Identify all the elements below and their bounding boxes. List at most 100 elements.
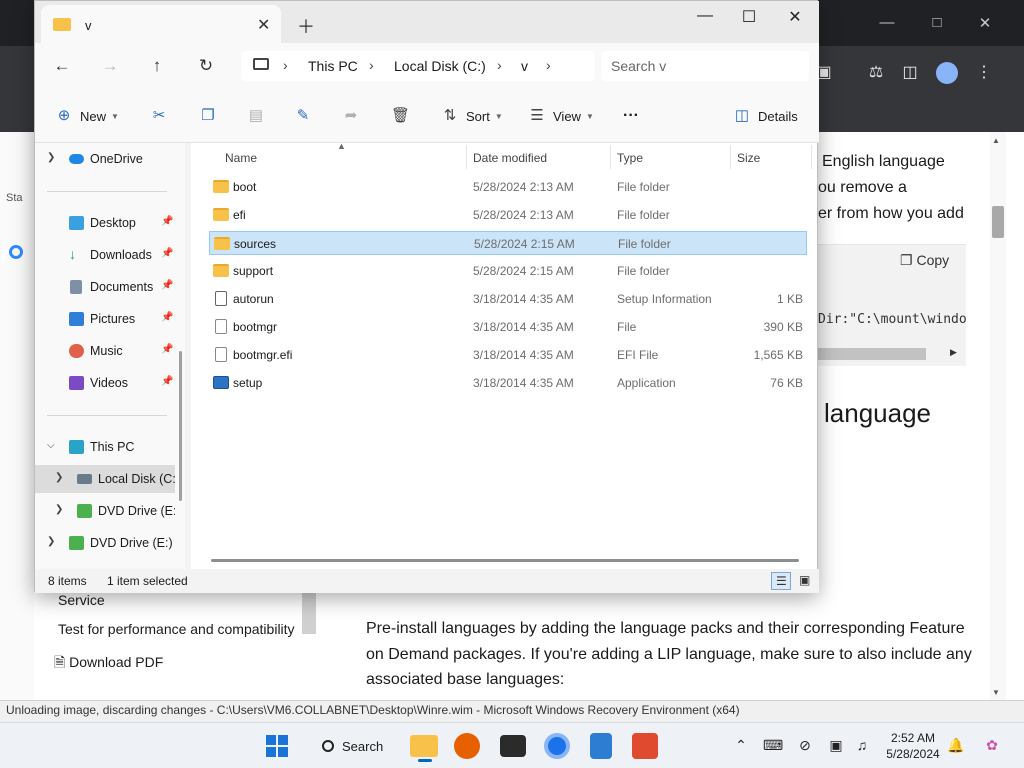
side-nav-link[interactable]: Test for performance and compatibility bbox=[58, 621, 295, 637]
nav-item-pictures[interactable]: Pictures 📌 bbox=[35, 305, 175, 333]
minimize-button[interactable]: — bbox=[690, 7, 720, 25]
start-button[interactable] bbox=[262, 731, 292, 761]
file-explorer-taskbar-icon[interactable] bbox=[410, 735, 438, 762]
breadcrumb-chevron-icon[interactable]: › bbox=[497, 57, 502, 73]
notification-bell-icon[interactable]: 🔔 bbox=[946, 737, 966, 754]
chevron-right-icon[interactable]: ❯ bbox=[55, 504, 63, 515]
nav-item-documents[interactable]: Documents 📌 bbox=[35, 273, 175, 301]
nav-item-dvd-drive-ir[interactable]: ❯ DVD Drive (E:) IR bbox=[35, 529, 175, 557]
terminal-taskbar-icon[interactable] bbox=[500, 735, 526, 757]
file-row-support[interactable]: support 5/28/2024 2:15 AM File folder bbox=[209, 259, 807, 283]
refresh-button[interactable]: ↻ bbox=[193, 53, 219, 79]
nav-item-local-disk[interactable]: ❯ Local Disk (C:) bbox=[35, 465, 175, 493]
labs-icon[interactable]: ⚖ bbox=[864, 62, 888, 82]
copy-button[interactable]: ❐ bbox=[199, 105, 217, 127]
new-button[interactable]: ⊕ New ▼ bbox=[55, 105, 119, 127]
breadcrumb-chevron-icon[interactable]: › bbox=[283, 57, 288, 73]
keyboard-icon[interactable]: ⌨ bbox=[763, 737, 783, 754]
large-icons-view-button[interactable]: ▣ bbox=[795, 572, 815, 590]
column-header-date[interactable]: Date modified bbox=[473, 151, 547, 165]
scroll-up-icon[interactable]: ▲ bbox=[992, 136, 1000, 145]
nav-item-dvd-drive[interactable]: ❯ DVD Drive (E:) bbox=[35, 497, 175, 525]
copilot-icon[interactable]: ✿ bbox=[982, 737, 1002, 754]
nav-item-downloads[interactable]: ↓ Downloads 📌 bbox=[35, 241, 175, 269]
search-box[interactable] bbox=[601, 51, 809, 81]
more-options-button[interactable]: ··· bbox=[623, 105, 639, 127]
search-input[interactable] bbox=[611, 57, 801, 75]
nav-item-music[interactable]: Music 📌 bbox=[35, 337, 175, 365]
cut-button[interactable]: ✂ bbox=[150, 105, 168, 127]
network-off-icon[interactable]: ⊘ bbox=[795, 737, 815, 754]
nav-item-this-pc[interactable]: ⌵ This PC bbox=[35, 433, 175, 461]
file-row-bootmgr[interactable]: bootmgr 3/18/2014 4:35 AM File 390 KB bbox=[209, 315, 807, 339]
file-row-boot[interactable]: boot 5/28/2024 2:13 AM File folder bbox=[209, 175, 807, 199]
address-bar[interactable]: › This PC › Local Disk (C:) › v › bbox=[241, 51, 595, 81]
breadcrumb-local-disk[interactable]: Local Disk (C:) bbox=[394, 58, 486, 74]
profile-avatar[interactable] bbox=[936, 62, 958, 84]
share-button[interactable]: ➦ bbox=[342, 105, 360, 127]
file-row-autorun[interactable]: autorun 3/18/2014 4:35 AM Setup Informat… bbox=[209, 287, 807, 311]
view-button[interactable]: ☰ View ▼ bbox=[528, 105, 594, 127]
browser-maximize-button[interactable]: □ bbox=[922, 14, 952, 31]
notepad-taskbar-icon[interactable] bbox=[590, 733, 612, 759]
taskbar-search-button[interactable]: Search bbox=[310, 731, 396, 761]
column-header-size[interactable]: Size bbox=[737, 151, 760, 165]
file-row-sources[interactable]: sources 5/28/2024 2:15 AM File folder bbox=[209, 231, 807, 255]
scroll-down-icon[interactable]: ▼ bbox=[992, 688, 1000, 697]
column-separator[interactable] bbox=[811, 145, 812, 169]
column-separator[interactable] bbox=[466, 145, 467, 169]
file-row-setup[interactable]: setup 3/18/2014 4:35 AM Application 76 K… bbox=[209, 371, 807, 395]
up-button[interactable]: ↑ bbox=[144, 53, 170, 79]
matlab-taskbar-icon[interactable] bbox=[632, 733, 658, 759]
taskbar-clock[interactable]: 2:52 AM 5/28/2024 bbox=[880, 730, 946, 762]
nav-scrollbar[interactable] bbox=[179, 351, 182, 501]
page-scrollbar-thumb[interactable] bbox=[992, 206, 1004, 238]
column-separator[interactable] bbox=[730, 145, 731, 169]
breadcrumb-v[interactable]: v bbox=[521, 58, 528, 74]
side-nav-link[interactable]: Service bbox=[58, 592, 105, 608]
sort-button[interactable]: ⇅ Sort ▼ bbox=[441, 105, 503, 127]
file-row-efi[interactable]: efi 5/28/2024 2:13 AM File folder bbox=[209, 203, 807, 227]
chevron-right-icon[interactable]: ❯ bbox=[47, 536, 55, 547]
nav-item-desktop[interactable]: Desktop 📌 bbox=[35, 209, 175, 237]
column-header-type[interactable]: Type bbox=[617, 151, 643, 165]
pin-icon[interactable]: 📌 bbox=[161, 376, 173, 387]
show-hidden-icons-icon[interactable]: ⌃ bbox=[731, 737, 751, 754]
breadcrumb-this-pc[interactable]: This PC bbox=[308, 58, 358, 74]
file-row-bootmgr-efi[interactable]: bootmgr.efi 3/18/2014 4:35 AM EFI File 1… bbox=[209, 343, 807, 367]
code-scrollbar[interactable] bbox=[818, 348, 926, 360]
file-list-scrollbar[interactable] bbox=[211, 559, 799, 562]
close-button[interactable]: ✕ bbox=[780, 7, 810, 27]
pin-icon[interactable]: 📌 bbox=[161, 216, 173, 227]
maximize-button[interactable]: ☐ bbox=[734, 7, 764, 27]
details-view-button[interactable]: ☰ bbox=[771, 572, 791, 590]
nav-item-onedrive[interactable]: ❯ OneDrive bbox=[35, 145, 175, 173]
browser-minimize-button[interactable]: — bbox=[872, 14, 902, 31]
pin-icon[interactable]: 📌 bbox=[161, 312, 173, 323]
scroll-right-icon[interactable]: ▶ bbox=[950, 347, 957, 358]
close-tab-icon[interactable]: ✕ bbox=[257, 15, 270, 35]
side-nav-scrollbar[interactable] bbox=[302, 590, 316, 634]
speaker-icon[interactable]: ♫ bbox=[852, 737, 872, 753]
breadcrumb-chevron-icon[interactable]: › bbox=[369, 57, 374, 73]
rename-button[interactable]: ✎ bbox=[294, 105, 312, 127]
side-panel-icon[interactable]: ◫ bbox=[898, 62, 922, 82]
code-copy-button[interactable]: ❐ Copy bbox=[900, 252, 949, 269]
display-icon[interactable]: ▣ bbox=[826, 737, 846, 754]
browser-menu-icon[interactable]: ⋮ bbox=[972, 62, 996, 82]
column-header-name[interactable]: Name bbox=[225, 151, 257, 165]
delete-button[interactable]: 🗑 bbox=[391, 105, 410, 127]
chrome-taskbar-icon[interactable] bbox=[544, 733, 570, 759]
firefox-taskbar-icon[interactable] bbox=[454, 733, 480, 759]
chevron-right-icon[interactable]: ❯ bbox=[47, 152, 55, 163]
paste-button[interactable]: ▤ bbox=[247, 105, 265, 127]
nav-item-videos[interactable]: Videos 📌 bbox=[35, 369, 175, 397]
chevron-right-icon[interactable]: ❯ bbox=[55, 472, 63, 483]
forward-button[interactable]: → bbox=[97, 53, 123, 79]
browser-close-button[interactable]: ✕ bbox=[970, 14, 1000, 32]
breadcrumb-chevron-icon[interactable]: › bbox=[546, 57, 551, 73]
download-pdf-link[interactable]: 🗎 Download PDF bbox=[54, 652, 163, 676]
explorer-tab[interactable]: v ✕ bbox=[41, 5, 281, 43]
chevron-down-icon[interactable]: ⌵ bbox=[47, 440, 55, 451]
back-button[interactable]: ← bbox=[49, 53, 75, 79]
